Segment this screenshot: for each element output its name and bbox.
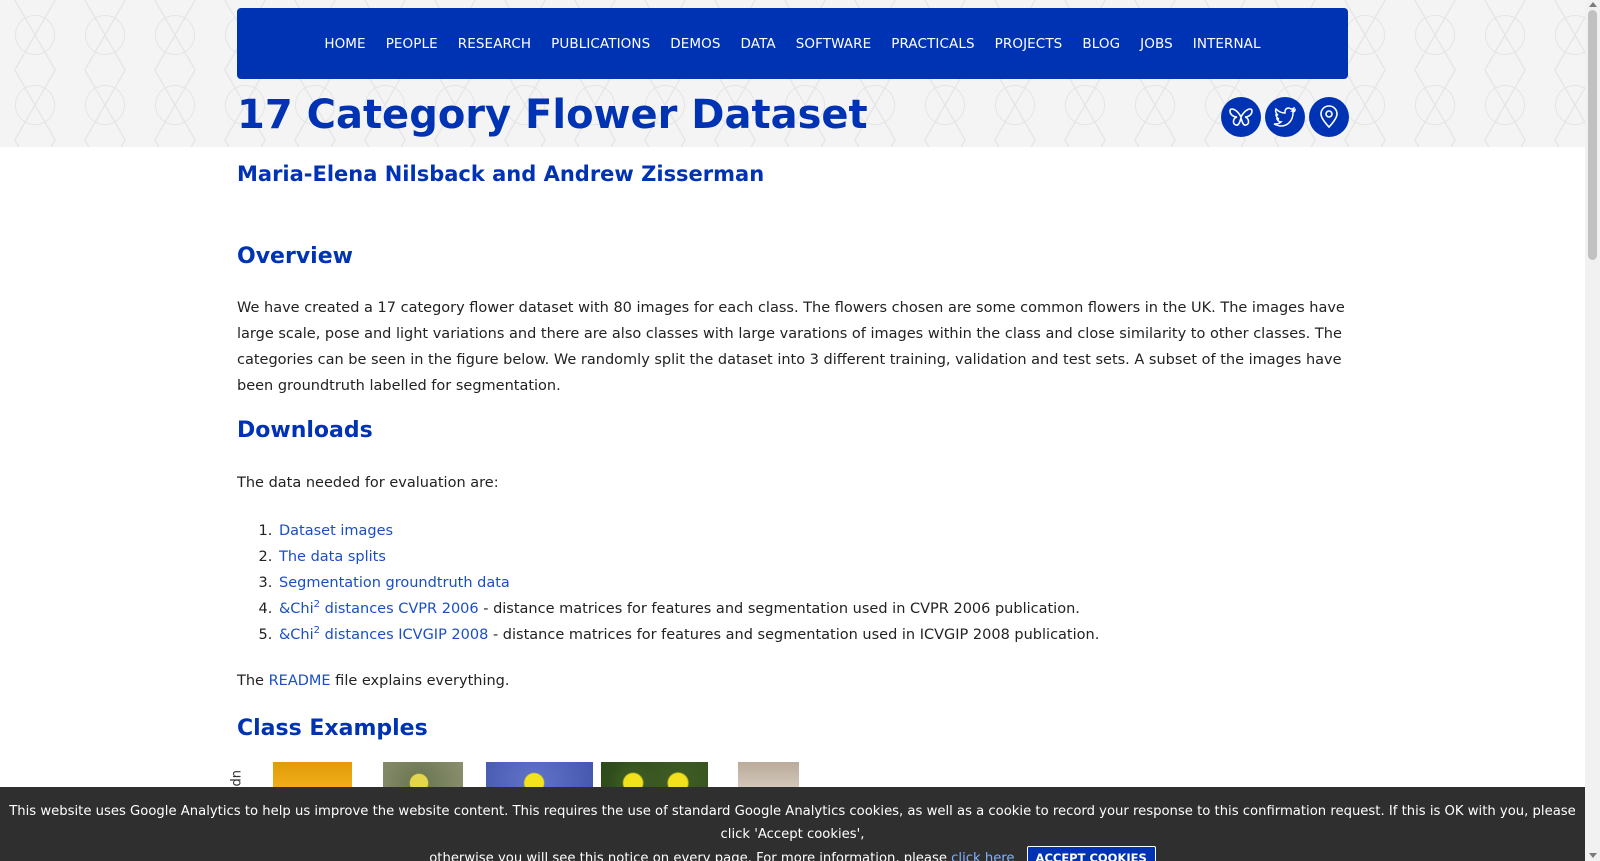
twitter-bird-icon[interactable]: [1265, 97, 1305, 137]
downloads-heading: Downloads: [237, 418, 373, 443]
nav-publications[interactable]: PUBLICATIONS: [551, 36, 650, 52]
cookie-text: otherwise you will see this notice on ev…: [429, 851, 952, 861]
main-navbar: HOME PEOPLE RESEARCH PUBLICATIONS DEMOS …: [237, 8, 1348, 79]
data-splits-link[interactable]: The data splits: [279, 549, 386, 565]
nav-practicals[interactable]: PRACTICALS: [891, 36, 974, 52]
nav-demos[interactable]: DEMOS: [670, 36, 720, 52]
class-side-label: up: [229, 770, 244, 787]
page-title: 17 Category Flower Dataset: [237, 92, 868, 138]
nav-research[interactable]: RESEARCH: [458, 36, 531, 52]
list-item: The data splits: [277, 544, 1261, 570]
downloads-list: Dataset images The data splits Segmentat…: [261, 518, 1261, 648]
item-description: - distance matrices for features and seg…: [488, 627, 1100, 643]
readme-link[interactable]: README: [269, 673, 331, 689]
overview-text: We have created a 17 category flower dat…: [237, 300, 1345, 394]
scrollbar-thumb[interactable]: [1588, 10, 1597, 260]
accept-cookies-button[interactable]: ACCEPT COOKIES: [1026, 846, 1156, 861]
nav-home[interactable]: HOME: [324, 36, 365, 52]
nav-data[interactable]: DATA: [741, 36, 776, 52]
list-item: &Chi2 distances ICVGIP 2008 - distance m…: [277, 622, 1261, 648]
nav-software[interactable]: SOFTWARE: [796, 36, 872, 52]
link-text: &Chi: [279, 627, 314, 643]
link-text: distances ICVGIP 2008: [320, 627, 489, 643]
nav-internal[interactable]: INTERNAL: [1193, 36, 1261, 52]
chi2-cvpr2006-link[interactable]: &Chi2 distances CVPR 2006: [279, 600, 479, 617]
list-item: Segmentation groundtruth data: [277, 570, 1261, 596]
cookie-text-line1: This website uses Google Analytics to he…: [9, 804, 1576, 842]
butterfly-icon[interactable]: [1221, 97, 1261, 137]
link-text: &Chi: [279, 601, 314, 617]
readme-line: The README file explains everything.: [237, 668, 1348, 694]
nav-jobs[interactable]: JOBS: [1140, 36, 1173, 52]
cookie-text-line2: otherwise you will see this notice on ev…: [0, 846, 1585, 861]
list-item: Dataset images: [277, 518, 1261, 544]
cookie-info-link[interactable]: click here: [951, 851, 1014, 861]
scroll-down-icon[interactable]: [1589, 853, 1597, 858]
segmentation-groundtruth-link[interactable]: Segmentation groundtruth data: [279, 575, 510, 591]
downloads-intro: The data needed for evaluation are:: [237, 475, 499, 491]
page-scrollbar[interactable]: [1585, 0, 1600, 861]
readme-post: file explains everything.: [330, 673, 510, 689]
link-text: distances CVPR 2006: [320, 601, 479, 617]
nav-people[interactable]: PEOPLE: [386, 36, 438, 52]
overview-heading: Overview: [237, 244, 353, 269]
nav-blog[interactable]: BLOG: [1082, 36, 1120, 52]
social-links: [1221, 97, 1349, 137]
dataset-images-link[interactable]: Dataset images: [279, 523, 393, 539]
authors: Maria-Elena Nilsback and Andrew Zisserma…: [237, 162, 765, 186]
scroll-up-icon[interactable]: [1589, 2, 1597, 7]
cookie-banner: This website uses Google Analytics to he…: [0, 787, 1585, 861]
nav-projects[interactable]: PROJECTS: [995, 36, 1063, 52]
map-pin-icon[interactable]: [1309, 97, 1349, 137]
chi2-icvgip2008-link[interactable]: &Chi2 distances ICVGIP 2008: [279, 626, 489, 643]
list-item: &Chi2 distances CVPR 2006 - distance mat…: [277, 596, 1261, 622]
item-description: - distance matrices for features and seg…: [478, 601, 1080, 617]
class-examples-heading: Class Examples: [237, 716, 428, 741]
readme-pre: The: [237, 673, 269, 689]
